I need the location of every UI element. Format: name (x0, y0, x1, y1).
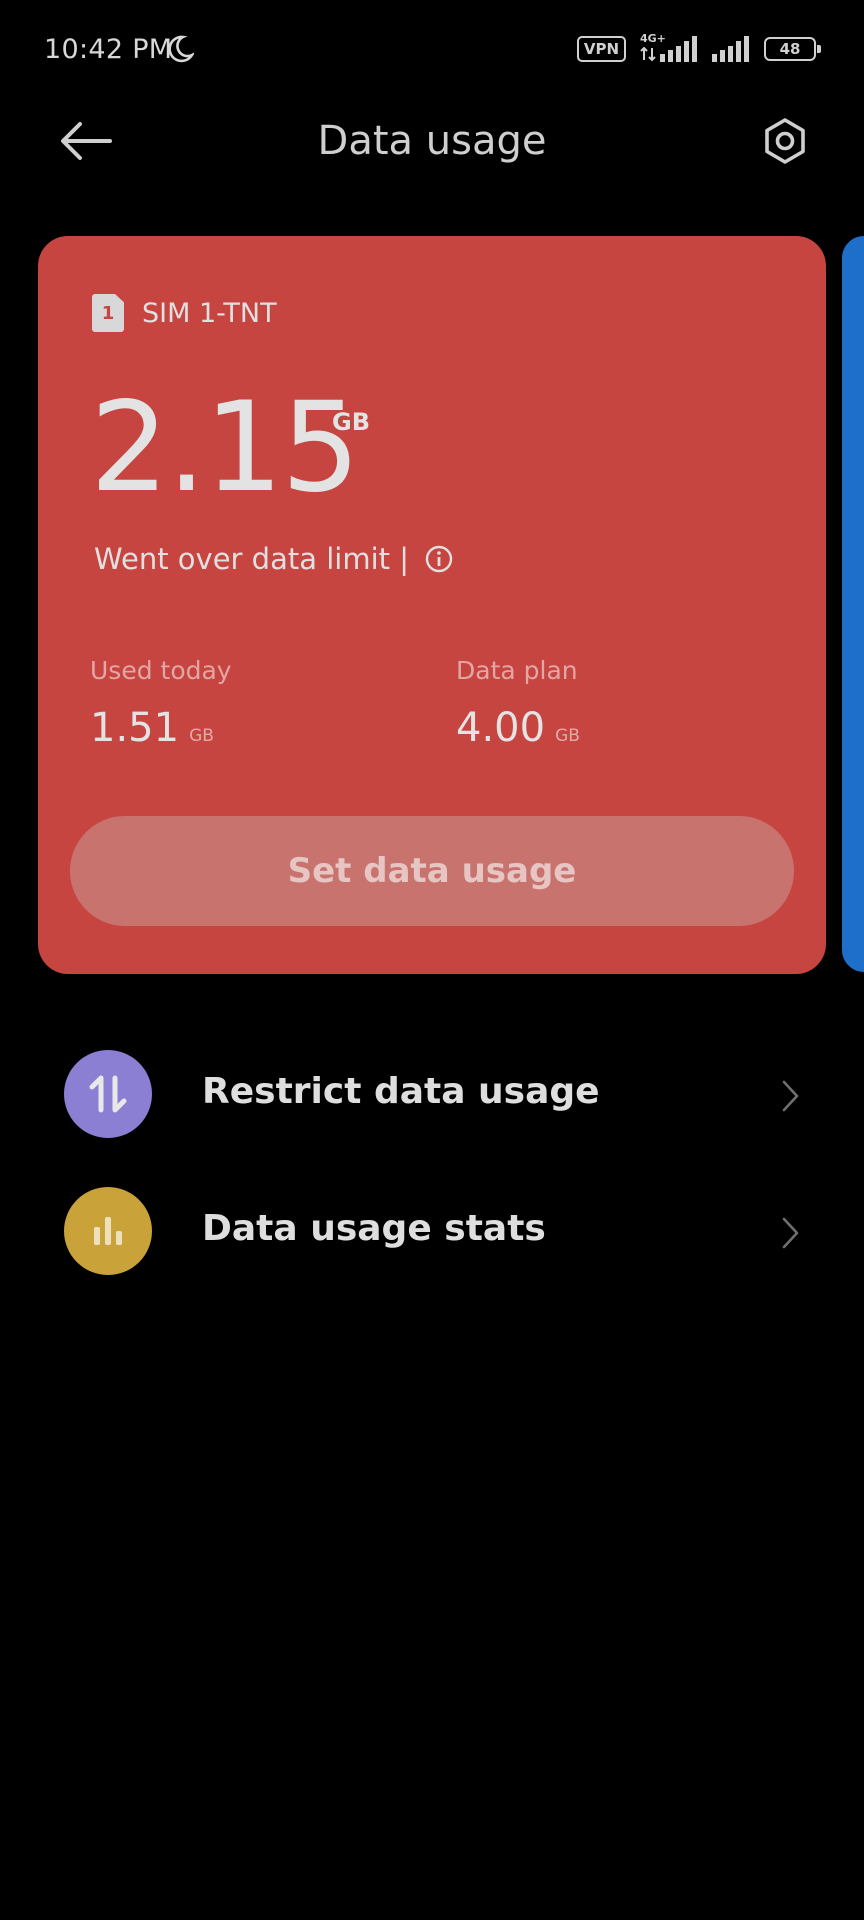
sim-name: SIM 1-TNT (142, 297, 277, 329)
sim-card-icon: 1 (92, 294, 124, 332)
screen: 10:42 PM VPN 4G+ 48 Data usage 1 SIM 1-T… (0, 0, 864, 1920)
signal-sim1-icon (660, 36, 697, 62)
signal-sim2-icon (712, 36, 749, 62)
settings-gear-icon[interactable] (760, 116, 810, 166)
list-item-label: Restrict data usage (202, 1071, 600, 1112)
page-title: Data usage (317, 118, 547, 164)
sim-label-row: 1 SIM 1-TNT (92, 294, 277, 332)
network-type: 4G+ (640, 32, 666, 62)
list-icon-bg (64, 1187, 152, 1275)
usage-value: 2.15 (90, 376, 360, 520)
limit-status-row: Went over data limit | (94, 542, 453, 576)
used-today-value-row: 1.51 GB (90, 705, 232, 751)
list-item-data-usage-stats[interactable]: Data usage stats (0, 1180, 864, 1280)
used-today-label: Used today (90, 656, 232, 685)
battery-level: 48 (779, 40, 801, 58)
vpn-badge: VPN (576, 36, 626, 62)
list-item-restrict-data-usage[interactable]: Restrict data usage (0, 1043, 864, 1143)
used-today-value: 1.51 (90, 705, 180, 751)
status-time: 10:42 PM (44, 34, 173, 65)
data-plan-unit: GB (555, 726, 580, 746)
data-plan-value: 4.00 (456, 705, 546, 751)
limit-status-text: Went over data limit | (94, 542, 409, 576)
up-down-arrows-icon (89, 1075, 127, 1113)
moon-icon (168, 35, 194, 63)
battery-icon: 48 (764, 37, 821, 61)
sim-usage-card[interactable]: 1 SIM 1-TNT 2.15 GB Went over data limit… (38, 236, 826, 974)
list-icon-bg (64, 1050, 152, 1138)
data-plan-value-row: 4.00 GB (456, 705, 580, 751)
used-today-unit: GB (189, 726, 214, 746)
list-item-label: Data usage stats (202, 1208, 546, 1249)
bar-chart-icon (94, 1217, 122, 1245)
data-plan-stat: Data plan 4.00 GB (456, 656, 580, 751)
next-sim-card-peek[interactable] (842, 236, 864, 972)
status-bar: 10:42 PM VPN 4G+ 48 (0, 0, 864, 100)
chevron-right-icon (782, 1080, 799, 1112)
status-icons: VPN 4G+ 48 (576, 32, 821, 62)
used-today-stat: Used today 1.51 GB (90, 656, 232, 751)
chevron-right-icon (782, 1217, 799, 1249)
data-plan-label: Data plan (456, 656, 578, 685)
info-icon[interactable] (425, 545, 453, 573)
set-data-usage-button[interactable]: Set data usage (70, 816, 794, 926)
usage-unit: GB (332, 408, 370, 436)
